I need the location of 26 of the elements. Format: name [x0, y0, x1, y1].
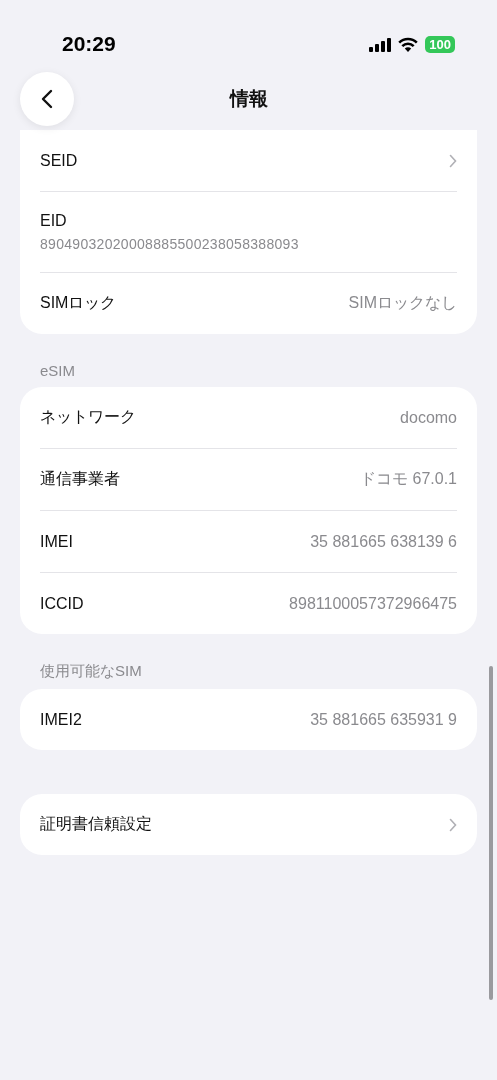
row-value: ドコモ 67.0.1: [360, 469, 457, 489]
section-header: eSIM: [39, 361, 76, 381]
wifi-icon: [398, 37, 419, 52]
row-label: ネットワーク: [40, 407, 136, 427]
row-label: 通信事業者: [40, 469, 120, 489]
row-value: docomo: [400, 408, 457, 427]
row-label: SIMロック: [40, 293, 117, 313]
status-time: 20:29: [62, 31, 116, 57]
row-value: 35 881665 635931 9: [310, 710, 457, 729]
row-value: 35 881665 638139 6: [310, 532, 457, 551]
chevron-right-icon: [449, 817, 457, 832]
signal-icon: [369, 37, 392, 52]
row-value: 8981100057372966475: [289, 594, 457, 613]
settings-row[interactable]: SEID: [40, 130, 457, 191]
battery-indicator: 100: [425, 36, 455, 53]
row-label: IMEI2: [40, 710, 82, 729]
row-label: EID: [40, 212, 68, 230]
chevron-right-icon: [449, 153, 457, 168]
row-value: 89049032020008885500238058388093: [40, 236, 300, 252]
row-label: ICCID: [40, 594, 84, 613]
page-title: 情報: [229, 87, 268, 111]
section-header: 使用可能なSIM: [39, 661, 143, 681]
chevron-left-icon: [41, 89, 53, 109]
row-label: IMEI: [40, 532, 73, 551]
settings-row[interactable]: 証明書信頼設定: [40, 794, 457, 855]
row-value: SIMロックなし: [348, 293, 457, 313]
